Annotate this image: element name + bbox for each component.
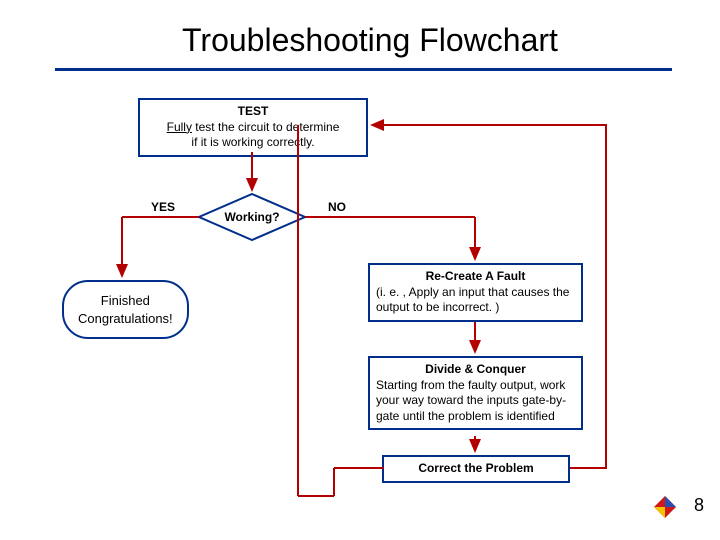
label-no: NO	[328, 200, 346, 214]
node-decision-label: Working?	[197, 192, 307, 242]
node-decision: Working?	[197, 192, 307, 242]
finished-line1: Finished	[101, 293, 150, 308]
node-correct-heading: Correct the Problem	[390, 461, 562, 477]
node-test-line1: Fully test the circuit to determine	[146, 120, 360, 136]
node-recreate-body: (i. e. , Apply an input that causes the …	[376, 285, 575, 316]
node-divide-body: Starting from the faulty output, work yo…	[376, 378, 575, 425]
node-correct-problem: Correct the Problem	[382, 455, 570, 483]
node-divide-conquer: Divide & Conquer Starting from the fault…	[368, 356, 583, 430]
node-test-heading: TEST	[146, 104, 360, 120]
title-underline	[55, 68, 672, 71]
node-finished: Finished Congratulations!	[62, 280, 189, 339]
label-yes: YES	[151, 200, 175, 214]
page-number: 8	[694, 495, 704, 516]
finished-line2: Congratulations!	[78, 311, 173, 326]
feedback-arrow	[0, 0, 720, 540]
logo-icon	[652, 494, 678, 520]
node-recreate-heading: Re-Create A Fault	[376, 269, 575, 285]
node-test-line2: if it is working correctly.	[146, 135, 360, 151]
node-divide-heading: Divide & Conquer	[376, 362, 575, 378]
slide-title: Troubleshooting Flowchart	[70, 22, 670, 65]
node-test-line1-rest: test the circuit to determine	[192, 120, 339, 134]
node-recreate-fault: Re-Create A Fault (i. e. , Apply an inpu…	[368, 263, 583, 322]
flow-arrows	[0, 0, 720, 540]
node-test: TEST Fully test the circuit to determine…	[138, 98, 368, 157]
node-test-fully: Fully	[167, 120, 192, 134]
